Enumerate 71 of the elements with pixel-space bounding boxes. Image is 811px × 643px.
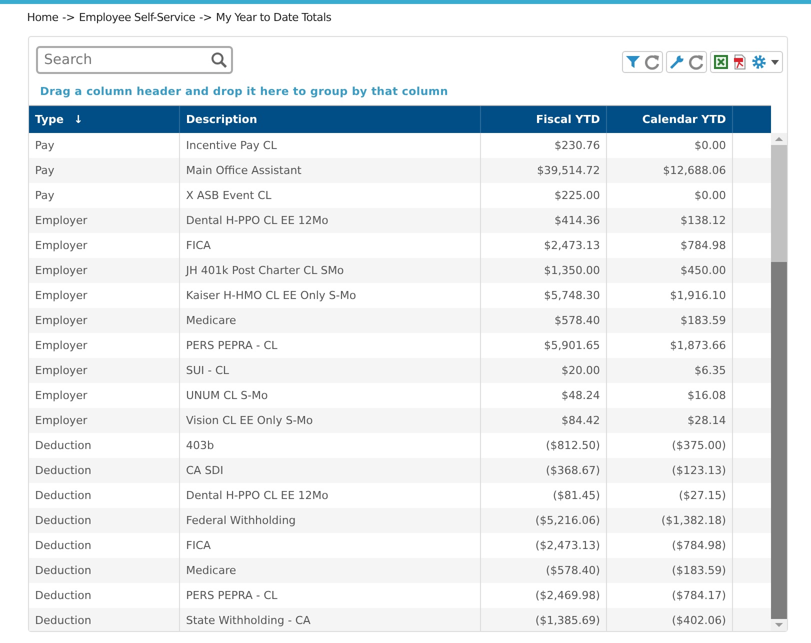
table-cell: Deduction [29, 533, 180, 558]
breadcrumb-separator: -> [62, 11, 75, 24]
scroll-down-icon[interactable] [775, 623, 783, 627]
table-cell: Deduction [29, 608, 180, 631]
table-cell: ($123.13) [606, 458, 732, 483]
scrollbar-thumb[interactable] [771, 145, 787, 262]
table-cell: Pay [29, 133, 180, 158]
table-cell: $39,514.72 [480, 158, 606, 183]
table-cell: Medicare [180, 558, 480, 583]
table-cell: Employer [29, 358, 180, 383]
table-cell: Pay [29, 158, 180, 183]
table-cell: Employer [29, 208, 180, 233]
table-cell: Deduction [29, 433, 180, 458]
table-cell: SUI - CL [180, 358, 480, 383]
table-cell: Dental H-PPO CL EE 12Mo [180, 208, 480, 233]
table-cell: Deduction [29, 483, 180, 508]
table-cell: $28.14 [606, 408, 732, 433]
table-cell: Deduction [29, 458, 180, 483]
table-cell: $578.40 [480, 308, 606, 333]
table-cell: $414.36 [480, 208, 606, 233]
table-cell: $6.35 [606, 358, 732, 383]
breadcrumb-link[interactable]: Employee Self-Service [78, 11, 196, 24]
table-cell: Main Office Assistant [180, 158, 480, 183]
table-cell: $20.00 [480, 358, 606, 383]
table-cell: ($1,385.69) [480, 608, 606, 631]
table-cell: $138.12 [606, 208, 732, 233]
table-cell: ($368.67) [480, 458, 606, 483]
table-cell: ($5,216.06) [480, 508, 606, 533]
sort-arrow[interactable]: ↓ [74, 113, 83, 126]
scrollbar[interactable] [771, 133, 787, 631]
table-cell: Employer [29, 233, 180, 258]
table-cell: Employer [29, 333, 180, 358]
spreadsheet-icon[interactable] [713, 54, 729, 70]
breadcrumb-link[interactable]: Home [27, 11, 58, 24]
table-cell: Employer [29, 308, 180, 333]
filter-icon[interactable] [625, 54, 641, 70]
table-cell: ($1,382.18) [606, 508, 732, 533]
settings-icon[interactable] [751, 54, 767, 70]
table-cell: Deduction [29, 558, 180, 583]
column-header[interactable]: Type [35, 113, 64, 126]
table-cell: Deduction [29, 583, 180, 608]
table-cell: $450.00 [606, 258, 732, 283]
table-cell: $183.59 [606, 308, 732, 333]
table-cell: Federal Withholding [180, 508, 480, 533]
refresh-icon[interactable] [644, 54, 660, 70]
table-cell: ($578.40) [480, 558, 606, 583]
table-cell: ($183.59) [606, 558, 732, 583]
search-field[interactable]: Search [36, 46, 233, 74]
column-header[interactable]: Description [186, 113, 258, 126]
table-cell: Employer [29, 258, 180, 283]
refresh-icon[interactable] [688, 54, 704, 70]
table-cell: $84.42 [480, 408, 606, 433]
wrench-icon[interactable] [669, 54, 685, 70]
table-cell: CA SDI [180, 458, 480, 483]
table-cell: Employer [29, 383, 180, 408]
table-cell: ($402.06) [606, 608, 732, 631]
table-cell: Deduction [29, 508, 180, 533]
table-cell: Medicare [180, 308, 480, 333]
table-cell: Pay [29, 183, 180, 208]
breadcrumb-separator: -> [199, 11, 212, 24]
table-cell: $1,350.00 [480, 258, 606, 283]
group-hint: Drag a column header and drop it here to group by that column [39, 84, 450, 100]
scroll-up-icon[interactable] [775, 137, 783, 141]
table-cell: State Withholding - CA [180, 608, 480, 631]
table-cell: Vision CL EE Only S-Mo [180, 408, 480, 433]
table-cell: Employer [29, 408, 180, 433]
table-cell: JH 401k Post Charter CL SMo [180, 258, 480, 283]
table-cell: $12,688.06 [606, 158, 732, 183]
table-cell: Employer [29, 283, 180, 308]
search-icon [211, 52, 227, 68]
pdf-file-icon[interactable] [732, 54, 748, 70]
